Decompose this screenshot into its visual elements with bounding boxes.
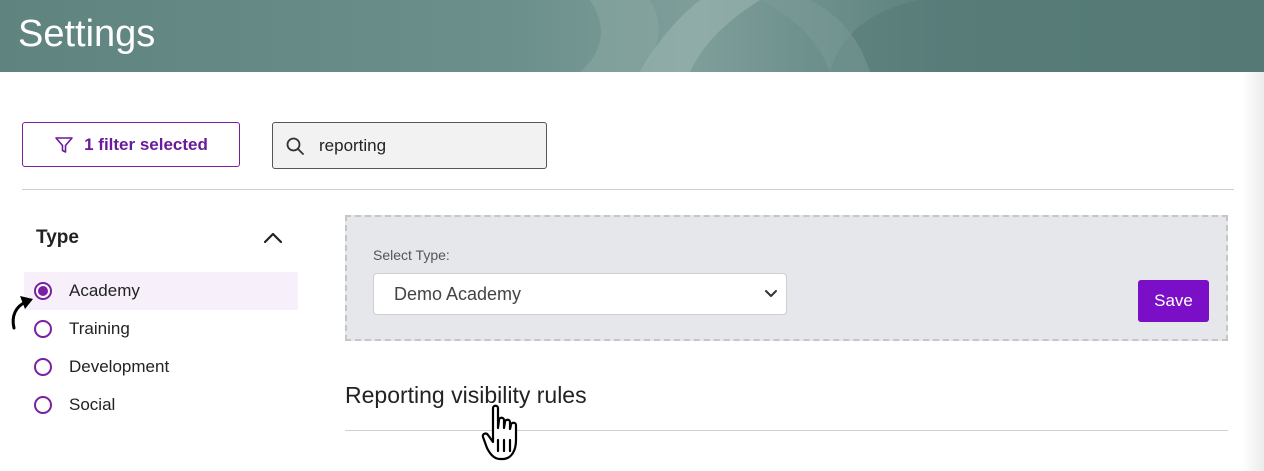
page-title: Settings xyxy=(18,13,156,55)
radio-button[interactable] xyxy=(34,358,52,376)
radio-option-social[interactable]: Social xyxy=(24,386,298,424)
divider xyxy=(22,189,1234,190)
radio-label: Development xyxy=(69,357,170,376)
search-icon xyxy=(285,136,305,156)
search-input[interactable] xyxy=(317,134,521,157)
arrow-cursor-icon xyxy=(8,292,36,337)
page-header: Settings xyxy=(0,0,1264,72)
radio-option-training[interactable]: Training xyxy=(24,310,298,348)
hand-cursor-icon xyxy=(480,404,536,469)
radio-label: Social xyxy=(69,395,116,414)
scroll-shade xyxy=(1242,72,1264,471)
section-title: Reporting visibility rules xyxy=(345,382,587,408)
radio-button[interactable] xyxy=(34,282,52,300)
radio-option-development[interactable]: Development xyxy=(24,348,298,386)
filter-icon xyxy=(54,135,74,155)
radio-label: Training xyxy=(69,319,130,338)
select-type-dropdown[interactable]: Demo Academy xyxy=(373,273,787,315)
chevron-up-icon[interactable] xyxy=(262,227,284,249)
radio-option-academy[interactable]: Academy xyxy=(24,272,298,310)
divider xyxy=(345,430,1228,431)
radio-label: Academy xyxy=(69,281,140,300)
header-decoration xyxy=(580,0,1264,72)
radio-selected-dot xyxy=(38,286,48,296)
radio-button[interactable] xyxy=(34,396,52,414)
save-button[interactable]: Save xyxy=(1138,280,1209,322)
type-radio-group: Academy Training Development Social xyxy=(24,272,298,424)
filter-button[interactable]: 1 filter selected xyxy=(22,122,240,167)
radio-button[interactable] xyxy=(34,320,52,338)
select-type-label: Select Type: xyxy=(373,247,450,263)
select-type-panel: Select Type: Demo Academy Save xyxy=(345,215,1228,341)
search-field[interactable] xyxy=(272,122,547,169)
chevron-down-icon xyxy=(764,284,778,305)
type-filter-title: Type xyxy=(36,227,79,248)
select-type-value: Demo Academy xyxy=(394,283,522,304)
filter-button-label: 1 filter selected xyxy=(84,134,208,154)
